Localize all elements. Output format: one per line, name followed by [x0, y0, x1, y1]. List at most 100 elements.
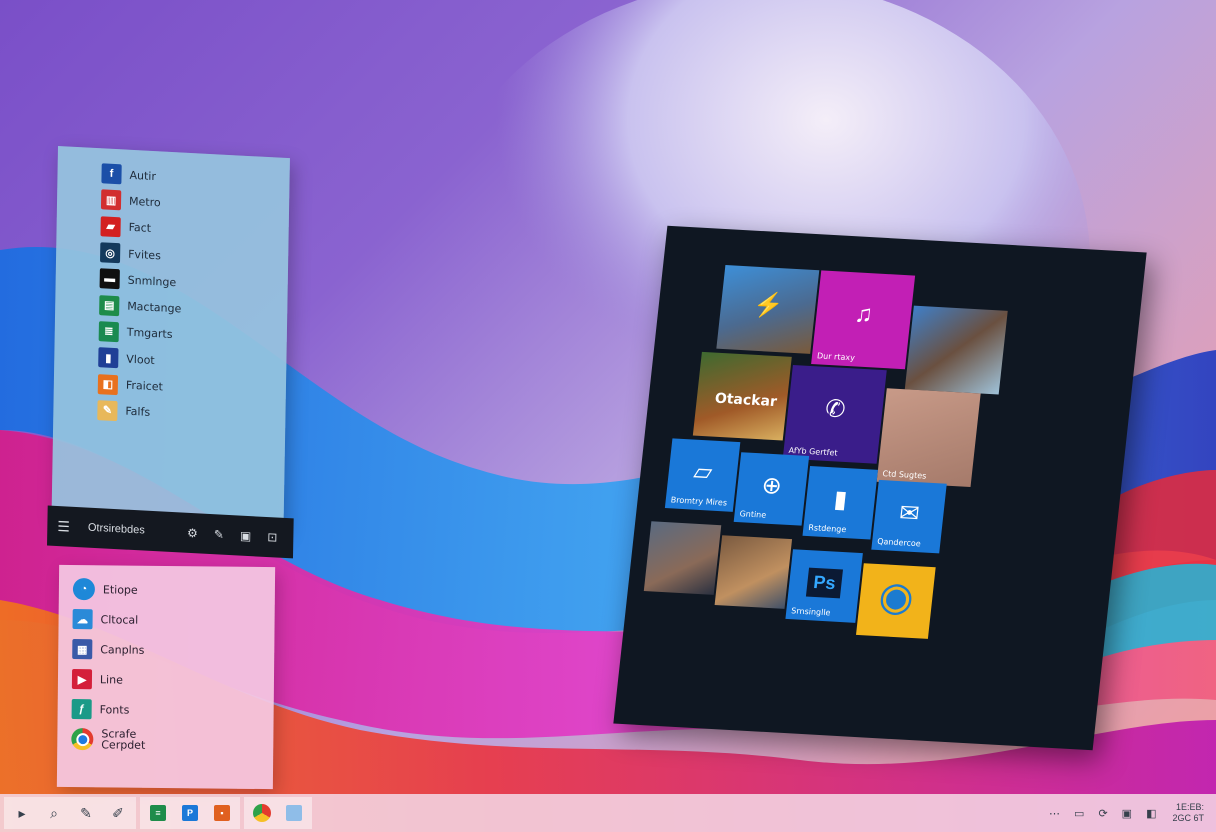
tile-game-banner-icon: ⚡ [751, 291, 785, 320]
taskbar-sheets[interactable]: ≡ [144, 799, 172, 827]
excel-icon: ▤ [99, 294, 120, 316]
app-list-item-label: Falfs [125, 404, 151, 420]
tile-game-art[interactable]: Otackar [692, 351, 792, 441]
taskbar-sheets-icon: ≡ [150, 805, 166, 821]
tray-icon[interactable]: ▭ [1074, 807, 1084, 820]
pen-icon[interactable]: ✎ [72, 799, 100, 827]
tile-books[interactable]: ▮ Rstdenge [802, 466, 878, 540]
tile-photoshop-icon: Ps [805, 567, 844, 598]
tile-books-icon: ▮ [832, 485, 849, 514]
pen-icon[interactable]: ✎ [214, 527, 224, 542]
recent-app-list: ◔ Etiope ☁ Cltocal ▦ Canplns ▶ Line ƒ Fonts Scrafe… [57, 565, 275, 755]
cloud-icon: ☁ [72, 609, 93, 630]
taskbar-left-group: ▸ ⌕ ✎ ✐ [4, 797, 136, 829]
tile-creature-art[interactable] [904, 305, 1008, 395]
power-icon[interactable]: ⊡ [267, 530, 277, 545]
clock-date: 2GС 6T [1172, 813, 1204, 823]
recent-app-item-label: Fonts [99, 702, 130, 717]
tile-web-label: Gntine [739, 509, 767, 520]
media-icon: ▶ [71, 669, 93, 690]
tray-icons: ⋯ ▭ ⟳ ▣ ◧ [1049, 807, 1156, 820]
tile-photo-label: Ctd Sugtes [882, 469, 927, 481]
recent-app-item-label: Canplns [100, 642, 145, 657]
start-tiles-panel: ⚡ ♫ Dur rtaxy Otackar ✆ AfYb Gertfet Ctd Sugte… [613, 225, 1147, 751]
taskbar-files-icon [286, 805, 302, 821]
recent-app-item-label: Cltocal [100, 612, 139, 627]
tile-music-icon: ♫ [853, 300, 875, 329]
tile-game-banner[interactable]: ⚡ [716, 265, 820, 354]
sync-icon: ◎ [100, 242, 121, 264]
taskbar-office[interactable]: ▪ [208, 799, 236, 827]
image-icon[interactable]: ▣ [240, 529, 252, 544]
tile-books-label: Rstdenge [807, 523, 847, 535]
tile-phone-icon: ✆ [823, 395, 847, 424]
recent-app-item[interactable]: ◔ Etiope [72, 575, 275, 605]
hamburger-icon[interactable]: ☰ [57, 518, 70, 536]
tile-web[interactable]: ⊕ Gntine [733, 452, 810, 526]
recent-app-item[interactable]: ƒ Fonts [71, 695, 274, 725]
recent-app-item[interactable]: ▦ Canplns [72, 635, 274, 665]
app-list-footer-label: Otrsirebdes [87, 521, 145, 537]
taskbar-word-icon: P [182, 805, 198, 821]
app-list-item-label: Vloot [126, 352, 155, 367]
tile-files[interactable]: ▱ Bromtry Mires [664, 438, 741, 512]
recent-apps-panel: ◔ Etiope ☁ Cltocal ▦ Canplns ▶ Line ƒ Fonts Scrafe… [56, 564, 276, 790]
tile-art-2[interactable] [714, 535, 793, 609]
app-list-item-label: Fvites [128, 247, 162, 262]
taskbar-chrome-icon [253, 804, 271, 822]
taskbar: ▸ ⌕ ✎ ✐ ≡ P ▪ ⋯ ▭ ⟳ ▣ ◧ 1E:EB: 2GС 6T [0, 794, 1216, 832]
chrome-icon [71, 728, 94, 751]
tile-phone[interactable]: ✆ AfYb Gertfet [782, 364, 887, 464]
app-list-item-label: Tmgarts [126, 326, 173, 342]
video-icon: ▮ [98, 347, 119, 369]
tile-music-label: Dur rtaxy [816, 351, 856, 363]
tile-files-label: Bromtry Mires [670, 495, 728, 508]
taskbar-chrome[interactable] [248, 799, 276, 827]
tray-icon[interactable]: ⟳ [1098, 807, 1107, 820]
taskbar-files[interactable] [280, 799, 308, 827]
recent-app-item-label: Scrafe Cerpdet [101, 727, 146, 752]
settings-icon[interactable]: ⚙ [187, 526, 198, 541]
start-button[interactable]: ▸ [8, 799, 36, 827]
tray-icon[interactable]: ◧ [1146, 807, 1156, 820]
tile-mail[interactable]: ✉ Qandercoe [871, 479, 947, 554]
tools-icon[interactable]: ✐ [104, 799, 132, 827]
search-icon[interactable]: ⌕ [40, 799, 68, 827]
app-list-item-label: Autir [129, 168, 157, 183]
recent-app-item[interactable]: Scrafe Cerpdet [71, 725, 273, 755]
app-list: f Autir ▥ Metro ▰ Fact ◎ Fvites ▬ Snmlnge ▤ Mactang… [53, 146, 290, 433]
system-tray: ⋯ ▭ ⟳ ▣ ◧ 1E:EB: 2GС 6T [1049, 802, 1204, 824]
recent-app-item-label: Etiope [102, 582, 138, 597]
clock-time: 1E:EB: [1175, 802, 1204, 812]
tile-game-art-label: Otackar [714, 390, 778, 411]
tile-mail-icon: ✉ [897, 499, 921, 528]
tile-files-icon: ▱ [692, 457, 714, 486]
facebook-icon: f [101, 163, 122, 185]
globe-icon: ◔ [72, 578, 96, 601]
terminal-icon: ▬ [99, 268, 120, 290]
photo-icon: ▰ [100, 215, 121, 238]
tile-web-icon: ⊕ [760, 471, 784, 500]
photos-icon: ▦ [72, 639, 93, 660]
app-list-item-label: Metro [128, 194, 161, 210]
tile-art-1[interactable] [643, 521, 722, 595]
paint-icon: ✎ [97, 399, 118, 421]
tile-mail-label: Qandercoe [876, 536, 922, 549]
tile-music[interactable]: ♫ Dur rtaxy [811, 270, 916, 370]
taskbar-apps-group: ≡ P ▪ [140, 797, 240, 829]
tile-photoshop[interactable]: Ps Srnsinglle [785, 549, 863, 623]
tile-orb[interactable]: ◉ [856, 563, 936, 639]
news-icon: ▥ [100, 189, 122, 211]
app-list-item-label: Mactange [127, 299, 182, 316]
taskbar-word[interactable]: P [176, 799, 204, 827]
tile-photoshop-label: Srnsinglle [790, 606, 831, 618]
app-list-item-label: Fraicet [125, 378, 163, 394]
recent-app-item[interactable]: ☁ Cltocal [72, 605, 274, 635]
recent-app-item[interactable]: ▶ Line [71, 665, 274, 695]
tray-icon[interactable]: ▣ [1122, 807, 1132, 820]
clock[interactable]: 1E:EB: 2GС 6T [1172, 802, 1204, 824]
fonts-icon: ƒ [71, 699, 92, 720]
tile-photo[interactable]: Ctd Sugtes [876, 388, 981, 488]
tray-icon[interactable]: ⋯ [1049, 807, 1060, 820]
app-list-panel: f Autir ▥ Metro ▰ Fact ◎ Fvites ▬ Snmlnge ▤ Mactang… [47, 146, 294, 559]
